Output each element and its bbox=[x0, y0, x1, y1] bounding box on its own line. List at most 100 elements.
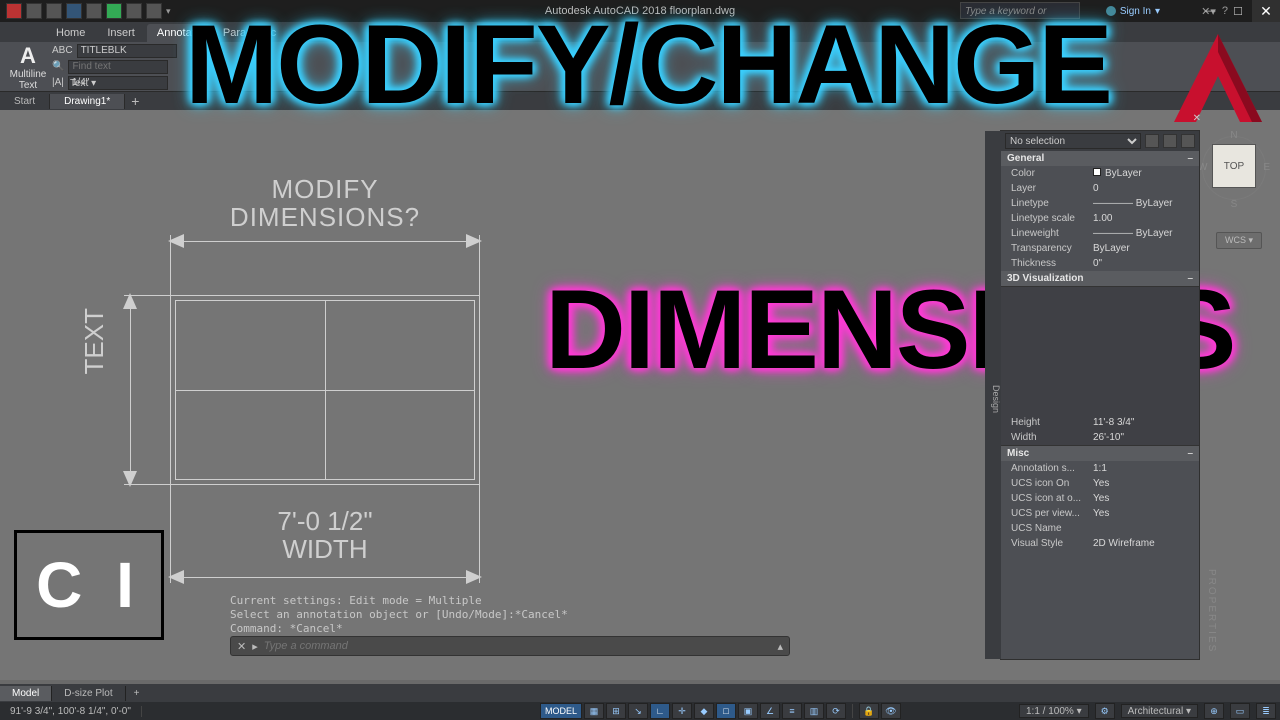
ortho-toggle-icon[interactable]: ∟ bbox=[650, 703, 670, 719]
otrack-toggle-icon[interactable]: ∠ bbox=[760, 703, 780, 719]
tab-annotate[interactable]: Annotate bbox=[147, 24, 211, 42]
redo-icon[interactable] bbox=[146, 3, 162, 19]
transparency-toggle-icon[interactable]: ▥ bbox=[804, 703, 824, 719]
osnap-toggle-icon[interactable]: □ bbox=[716, 703, 736, 719]
palette-side-tab[interactable]: Design bbox=[985, 131, 1001, 659]
property-value[interactable]: ———— ByLayer bbox=[1093, 198, 1199, 209]
layout-dsize[interactable]: D-size Plot bbox=[52, 686, 125, 701]
property-value[interactable]: 11'-8 3/4" bbox=[1093, 417, 1199, 428]
status-units[interactable]: Architectural ▾ bbox=[1121, 704, 1198, 718]
section-misc[interactable]: Misc– bbox=[1001, 446, 1199, 461]
property-value[interactable]: ByLayer bbox=[1093, 243, 1199, 254]
layout-add-button[interactable]: + bbox=[126, 688, 148, 699]
property-row[interactable]: ColorByLayer bbox=[1001, 166, 1199, 181]
property-row[interactable]: Visual Style2D Wireframe bbox=[1001, 536, 1199, 551]
customize-icon[interactable]: ≣ bbox=[1256, 703, 1276, 719]
viewcube-e[interactable]: E bbox=[1263, 162, 1270, 173]
property-row[interactable]: Thickness0" bbox=[1001, 256, 1199, 271]
property-row[interactable]: Width26'-10" bbox=[1001, 430, 1199, 445]
property-row[interactable]: UCS per view...Yes bbox=[1001, 506, 1199, 521]
select-objects-icon[interactable] bbox=[1163, 134, 1177, 148]
property-value[interactable]: 26'-10" bbox=[1093, 432, 1199, 443]
maximize-button[interactable]: ☐ bbox=[1224, 0, 1252, 22]
tab-home[interactable]: Home bbox=[46, 24, 95, 42]
grid-toggle-icon[interactable]: ▦ bbox=[584, 703, 604, 719]
viewcube[interactable]: N W E TOP S bbox=[1200, 130, 1268, 230]
viewcube-top[interactable]: TOP bbox=[1212, 144, 1256, 188]
property-value[interactable]: Yes bbox=[1093, 508, 1199, 519]
property-row[interactable]: UCS Name bbox=[1001, 521, 1199, 536]
3dosnap-toggle-icon[interactable]: ▣ bbox=[738, 703, 758, 719]
selection-dropdown[interactable]: No selection bbox=[1005, 133, 1141, 149]
qat-dropdown-icon[interactable] bbox=[166, 5, 171, 17]
close-button[interactable]: ✕ bbox=[1252, 0, 1280, 22]
section-3dviz[interactable]: 3D Visualization– bbox=[1001, 271, 1199, 286]
app-menu-icon[interactable] bbox=[6, 3, 22, 19]
iso-toggle-icon[interactable]: ◆ bbox=[694, 703, 714, 719]
property-row[interactable]: Linetype———— ByLayer bbox=[1001, 196, 1199, 211]
lineweight-toggle-icon[interactable]: ≡ bbox=[782, 703, 802, 719]
status-coords[interactable]: 91'-9 3/4", 100'-8 1/4", 0'-0" bbox=[0, 706, 142, 717]
property-row[interactable]: Layer0 bbox=[1001, 181, 1199, 196]
snap-toggle-icon[interactable]: ⊞ bbox=[606, 703, 626, 719]
property-value[interactable]: 2D Wireframe bbox=[1093, 538, 1199, 549]
viewcube-n[interactable]: N bbox=[1200, 130, 1268, 141]
dimension-left[interactable]: TEXT bbox=[100, 295, 160, 485]
dimension-top[interactable]: MODIFYDIMENSIONS? bbox=[170, 175, 480, 285]
annoscale-icon[interactable]: 🔒 bbox=[859, 703, 879, 719]
minimize-button[interactable]: — bbox=[1196, 0, 1224, 22]
palette-close-icon[interactable]: ✕ bbox=[1193, 113, 1201, 124]
property-value[interactable]: ByLayer bbox=[1093, 168, 1199, 179]
property-value[interactable]: Yes bbox=[1093, 478, 1199, 489]
text-style-input[interactable] bbox=[77, 44, 177, 58]
status-model-button[interactable]: MODEL bbox=[540, 703, 582, 719]
property-row[interactable]: UCS icon at o...Yes bbox=[1001, 491, 1199, 506]
multiline-text-button[interactable]: A Multiline Text bbox=[8, 43, 48, 91]
save-icon[interactable] bbox=[66, 3, 82, 19]
property-row[interactable]: Linetype scale1.00 bbox=[1001, 211, 1199, 226]
property-value[interactable]: Yes bbox=[1093, 493, 1199, 504]
signin-button[interactable]: Sign In ▾ bbox=[1106, 0, 1160, 22]
tab-parametric[interactable]: Parametric bbox=[213, 24, 286, 42]
toggle-pickadd-icon[interactable] bbox=[1181, 134, 1195, 148]
cmd-close-icon[interactable]: ✕ bbox=[237, 640, 246, 653]
tab-start[interactable]: Start bbox=[0, 94, 50, 109]
property-value[interactable]: 0 bbox=[1093, 183, 1199, 194]
property-value[interactable]: ———— ByLayer bbox=[1093, 228, 1199, 239]
property-row[interactable]: Annotation s...1:1 bbox=[1001, 461, 1199, 476]
find-text-input[interactable] bbox=[68, 60, 168, 74]
saveas-icon[interactable] bbox=[86, 3, 102, 19]
command-input[interactable] bbox=[264, 640, 772, 652]
status-scale[interactable]: 1:1 / 100% ▾ bbox=[1019, 704, 1089, 718]
cycling-toggle-icon[interactable]: ⟳ bbox=[826, 703, 846, 719]
polar-toggle-icon[interactable]: ✛ bbox=[672, 703, 692, 719]
new-tab-button[interactable]: + bbox=[125, 93, 145, 109]
cmd-expand-icon[interactable]: ▴ bbox=[777, 640, 783, 653]
property-row[interactable]: Height11'-8 3/4" bbox=[1001, 415, 1199, 430]
layout-model[interactable]: Model bbox=[0, 686, 52, 701]
property-row[interactable]: UCS icon OnYes bbox=[1001, 476, 1199, 491]
property-row[interactable]: TransparencyByLayer bbox=[1001, 241, 1199, 256]
property-value[interactable]: 1.00 bbox=[1093, 213, 1199, 224]
open-icon[interactable] bbox=[46, 3, 62, 19]
property-value[interactable]: 0" bbox=[1093, 258, 1199, 269]
panel-label-text[interactable]: Text ▾ bbox=[70, 78, 96, 89]
infer-toggle-icon[interactable]: ↘ bbox=[628, 703, 648, 719]
undo-icon[interactable] bbox=[126, 3, 142, 19]
annovis-icon[interactable]: 👁 bbox=[881, 703, 901, 719]
tab-insert[interactable]: Insert bbox=[97, 24, 145, 42]
new-icon[interactable] bbox=[26, 3, 42, 19]
quick-select-icon[interactable] bbox=[1145, 134, 1159, 148]
section-general[interactable]: General– bbox=[1001, 151, 1199, 166]
rectangle-object[interactable] bbox=[170, 295, 480, 485]
gear-icon[interactable]: ⚙ bbox=[1095, 703, 1115, 719]
wcs-dropdown[interactable]: WCS ▾ bbox=[1216, 232, 1262, 249]
workspace-icon[interactable]: ⊕ bbox=[1204, 703, 1224, 719]
property-row[interactable]: Lineweight———— ByLayer bbox=[1001, 226, 1199, 241]
property-value[interactable]: 1:1 bbox=[1093, 463, 1199, 474]
viewcube-s[interactable]: S bbox=[1200, 199, 1268, 210]
help-search-input[interactable]: Type a keyword or phrase bbox=[960, 2, 1080, 19]
command-line[interactable]: ✕ ▴ bbox=[230, 636, 790, 656]
clean-screen-icon[interactable]: ▭ bbox=[1230, 703, 1250, 719]
tab-drawing1[interactable]: Drawing1* bbox=[50, 94, 125, 109]
